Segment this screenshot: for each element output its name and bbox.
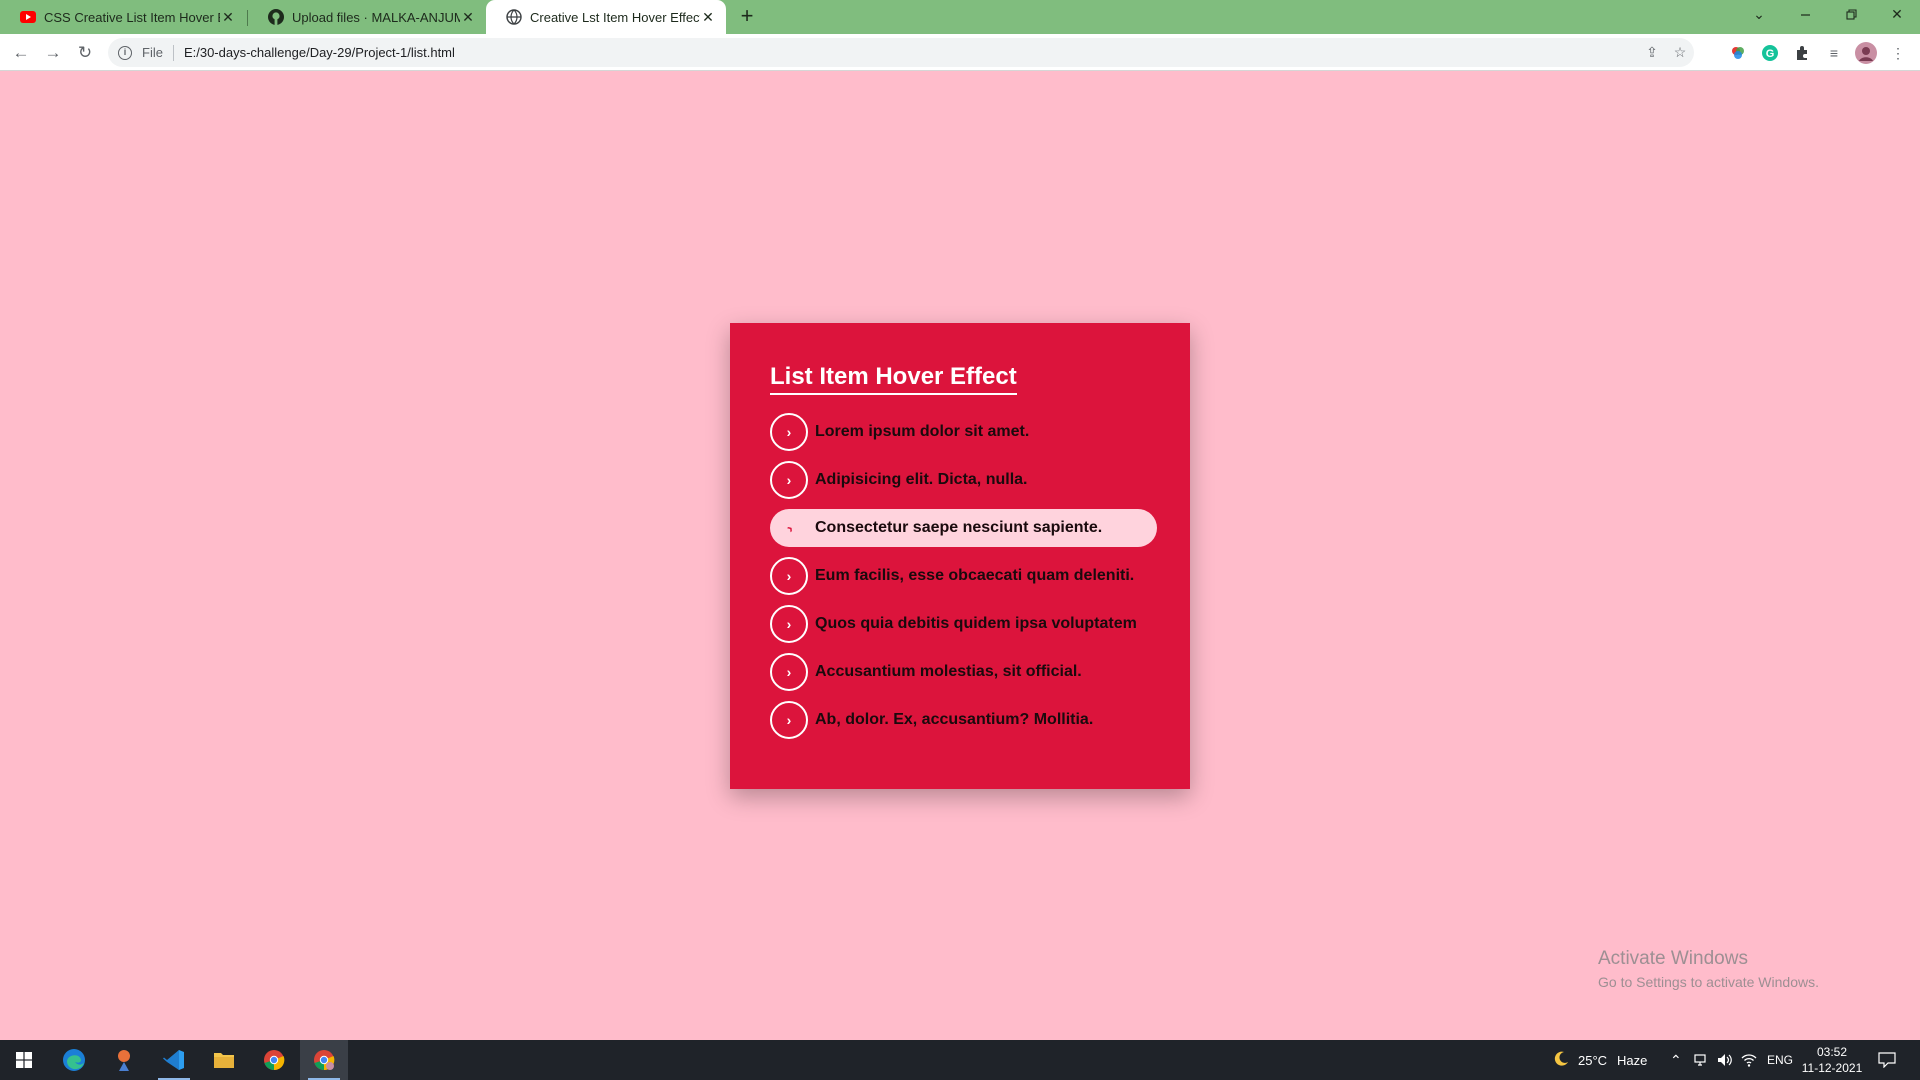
list-item-text: Ab, dolor. Ex, accusantium? Mollitia. bbox=[815, 711, 1094, 728]
watermark-subtitle: Go to Settings to activate Windows. bbox=[1598, 974, 1819, 990]
share-icon[interactable]: ⇪ bbox=[1638, 44, 1666, 61]
list-item[interactable]: › Lorem ipsum dolor sit amet. bbox=[770, 413, 1157, 451]
tab-label: Upload files · MALKA-ANJUM/Lis bbox=[292, 9, 460, 25]
list-item[interactable]: › Ab, dolor. Ex, accusantium? Mollitia. bbox=[770, 701, 1157, 739]
file-explorer-icon[interactable] bbox=[200, 1040, 248, 1080]
new-tab-button[interactable]: + bbox=[735, 5, 759, 29]
list-item-hovered[interactable]: › Consectetur saepe nesciunt sapiente. bbox=[770, 509, 1157, 547]
bookmark-star-icon[interactable]: ☆ bbox=[1666, 44, 1694, 61]
system-clock[interactable]: 03:52 11-12-2021 bbox=[1796, 1044, 1868, 1076]
reading-list-icon[interactable]: ≡ bbox=[1823, 42, 1845, 64]
tab-label: CSS Creative List Item Hover Effe bbox=[44, 9, 220, 25]
chevron-right-icon: › bbox=[786, 712, 792, 728]
globe-icon bbox=[506, 9, 522, 25]
list-item[interactable]: › Quos quia debitis quidem ipsa voluptat… bbox=[770, 605, 1157, 643]
vscode-icon[interactable] bbox=[150, 1040, 198, 1080]
github-icon bbox=[268, 9, 284, 25]
chevron-right-icon: › bbox=[786, 616, 792, 632]
chevron-right-icon: › bbox=[786, 424, 792, 440]
moon-icon bbox=[1552, 1050, 1570, 1071]
windows-start-icon[interactable] bbox=[0, 1040, 48, 1080]
clock-date: 11-12-2021 bbox=[1801, 1061, 1863, 1075]
chrome-profile-icon[interactable] bbox=[300, 1040, 348, 1080]
close-window-icon[interactable]: ✕ bbox=[1874, 0, 1920, 28]
url-scheme: File bbox=[142, 45, 163, 60]
watermark-title: Activate Windows bbox=[1598, 948, 1748, 969]
address-bar[interactable]: i File E:/30-days-challenge/Day-29/Proje… bbox=[108, 38, 1694, 67]
activate-windows-watermark: Activate Windows Go to Settings to activ… bbox=[1598, 948, 1819, 990]
list-item-text: Eum facilis, esse obcaecati quam delenit… bbox=[815, 567, 1135, 584]
chevron-right-icon: › bbox=[786, 472, 792, 488]
close-tab-icon[interactable]: ✕ bbox=[220, 9, 236, 25]
arrow-circle: › bbox=[770, 557, 808, 595]
arrow-circle: › bbox=[770, 461, 808, 499]
list-item[interactable]: › Eum facilis, esse obcaecati quam delen… bbox=[770, 557, 1157, 595]
edge-icon[interactable] bbox=[50, 1040, 98, 1080]
divider bbox=[172, 44, 174, 61]
list-item-text: Quos quia debitis quidem ipsa voluptatem bbox=[815, 615, 1137, 632]
chrome-icon[interactable] bbox=[250, 1040, 298, 1080]
close-tab-icon[interactable]: ✕ bbox=[460, 9, 476, 25]
hover-list: › Lorem ipsum dolor sit amet. › Adipisic… bbox=[770, 413, 1157, 749]
arrow-circle: › bbox=[770, 413, 808, 451]
language-indicator[interactable]: ENG bbox=[1767, 1040, 1793, 1080]
grammarly-icon[interactable]: G bbox=[1759, 42, 1781, 64]
tab-active[interactable]: Creative Lst Item Hover Effect ✕ bbox=[486, 0, 726, 34]
svg-text:G: G bbox=[1766, 48, 1775, 60]
color-extension-icon[interactable] bbox=[1727, 42, 1749, 64]
weather-condition: Haze bbox=[1617, 1052, 1648, 1068]
tab-search-icon[interactable]: ⌄ bbox=[1736, 0, 1782, 28]
arrow-circle: › bbox=[770, 701, 808, 739]
minimize-icon[interactable] bbox=[1782, 0, 1828, 28]
back-icon[interactable]: ← bbox=[8, 40, 34, 66]
notification-icon[interactable] bbox=[1878, 1040, 1896, 1080]
reload-icon[interactable]: ↻ bbox=[72, 40, 98, 66]
browser-toolbar: ← → ↻ i File E:/30-days-challenge/Day-29… bbox=[0, 34, 1920, 71]
windows-taskbar: 25°C Haze ⌃ ENG 03:52 11-12-2021 bbox=[0, 1040, 1920, 1080]
chevron-right-icon: › bbox=[786, 568, 792, 584]
list-item-text: Consectetur saepe nesciunt sapiente. bbox=[815, 519, 1103, 536]
tab-label: Creative Lst Item Hover Effect bbox=[530, 9, 700, 25]
chevron-right-icon: › bbox=[786, 664, 792, 680]
list-item-text: Adipisicing elit. Dicta, nulla. bbox=[815, 471, 1028, 488]
youtube-icon bbox=[20, 9, 36, 25]
more-menu-icon[interactable]: ⋮ bbox=[1887, 42, 1909, 64]
list-item[interactable]: › Accusantium molestias, sit official. bbox=[770, 653, 1157, 691]
arrow-up-right-icon: › bbox=[782, 520, 796, 536]
tab-youtube[interactable]: CSS Creative List Item Hover Effe ✕ bbox=[0, 0, 246, 34]
weather-temp: 25°C bbox=[1578, 1052, 1608, 1068]
list-item-text: Lorem ipsum dolor sit amet. bbox=[815, 423, 1030, 440]
tab-github[interactable]: Upload files · MALKA-ANJUM/Lis ✕ bbox=[248, 0, 486, 34]
info-icon[interactable]: i bbox=[118, 45, 132, 60]
weather-widget[interactable]: 25°C Haze bbox=[1552, 1040, 1647, 1080]
wifi-icon[interactable] bbox=[1741, 1040, 1757, 1080]
volume-icon[interactable] bbox=[1717, 1040, 1733, 1080]
profile-avatar-icon[interactable] bbox=[1855, 42, 1877, 64]
arrow-circle: › bbox=[770, 605, 808, 643]
list-item[interactable]: › Adipisicing elit. Dicta, nulla. bbox=[770, 461, 1157, 499]
clock-time: 03:52 bbox=[1816, 1045, 1848, 1059]
arrow-circle: › bbox=[770, 653, 808, 691]
forward-icon[interactable]: → bbox=[40, 40, 66, 66]
page-title: List Item Hover Effect bbox=[770, 363, 1017, 395]
close-tab-icon[interactable]: ✕ bbox=[700, 9, 716, 25]
extensions-puzzle-icon[interactable] bbox=[1791, 42, 1813, 64]
list-item-text: Accusantium molestias, sit official. bbox=[815, 663, 1082, 680]
list-card: List Item Hover Effect › Lorem ipsum dol… bbox=[730, 323, 1190, 789]
network-icon[interactable] bbox=[1693, 1040, 1707, 1080]
browser-tab-strip: CSS Creative List Item Hover Effe ✕ Uplo… bbox=[0, 0, 1920, 34]
chevron-up-icon[interactable]: ⌃ bbox=[1670, 1040, 1682, 1080]
app-icon[interactable] bbox=[100, 1040, 148, 1080]
arrow-circle: › bbox=[770, 509, 808, 547]
url-text[interactable]: E:/30-days-challenge/Day-29/Project-1/li… bbox=[184, 45, 1638, 60]
restore-icon[interactable] bbox=[1828, 0, 1874, 28]
